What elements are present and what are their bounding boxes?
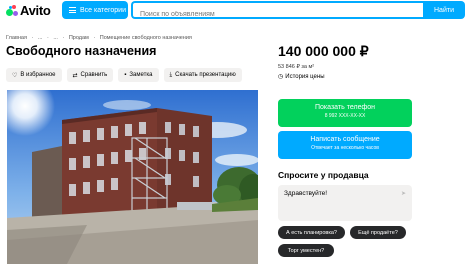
menu-icon (69, 7, 76, 13)
find-button[interactable]: Найти (423, 1, 465, 19)
breadcrumb-item[interactable]: Помещение свободного назначения (100, 35, 192, 41)
compare-button[interactable]: ⇄ Сравнить (66, 68, 114, 82)
reply-time: Отвечает за несколько часов (311, 145, 379, 151)
note-button[interactable]: ▪ Заметка (118, 68, 159, 82)
avito-logo[interactable]: Avito (6, 3, 51, 18)
breadcrumb-item[interactable]: Продам (69, 35, 89, 41)
logo-text: Avito (20, 3, 51, 18)
ask-seller-title: Спросите у продавца (278, 170, 369, 180)
breadcrumb-item[interactable]: ... (53, 35, 58, 41)
write-message-label: Написать сообщение (310, 136, 380, 143)
price: 140 000 000 ₽ (278, 43, 369, 59)
search-box (131, 1, 425, 22)
quick-question-chip[interactable]: Торг уместен? (278, 244, 334, 257)
search-input[interactable] (133, 7, 425, 22)
all-categories-button[interactable]: Все категории (62, 1, 128, 19)
price-history-link[interactable]: ◷ История цены (278, 73, 325, 81)
all-categories-label: Все категории (80, 6, 126, 14)
clock-icon: ◷ (278, 74, 284, 80)
breadcrumb-separator: · (31, 35, 34, 41)
listing-actions: ♡ В избранное ⇄ Сравнить ▪ Заметка ⤓ Ска… (6, 68, 247, 82)
compare-label: Сравнить (80, 72, 108, 78)
note-label: Заметка (129, 72, 153, 78)
message-input[interactable]: Здравствуйте! (278, 185, 398, 215)
write-message-button[interactable]: Написать сообщение Отвечает за несколько… (278, 131, 412, 159)
add-to-favorites-button[interactable]: ♡ В избранное (6, 68, 62, 82)
header: Avito Все категории Найти (0, 0, 468, 22)
message-box: Здравствуйте! ➤ (278, 185, 412, 221)
show-phone-button[interactable]: Показать телефон 8 992 XXX-XX-XX (278, 99, 412, 127)
listing-title: Свободного назначения (6, 44, 157, 58)
compare-icon: ⇄ (72, 72, 78, 79)
show-phone-label: Показать телефон (315, 104, 375, 111)
breadcrumb-separator: · (46, 35, 49, 41)
quick-question-chip[interactable]: Ещё продаёте? (350, 226, 406, 239)
building-photo-image (7, 90, 258, 264)
quick-question-chip[interactable]: А есть планировка? (278, 226, 345, 239)
heart-icon: ♡ (12, 72, 18, 79)
favorites-label: В избранное (20, 72, 56, 78)
breadcrumb: Главная · ... · ... · Продам · Помещение… (6, 35, 195, 41)
download-presentation-label: Скачать презентацию (175, 72, 236, 78)
phone-masked: 8 992 XXX-XX-XX (324, 113, 366, 119)
breadcrumb-item[interactable]: Главная (6, 35, 27, 41)
breadcrumb-item[interactable]: ... (38, 35, 43, 41)
price-per-m2: 53 846 ₽ за м² (278, 64, 315, 70)
listing-photo[interactable] (7, 90, 258, 264)
logo-dots-icon (6, 4, 18, 17)
download-presentation-button[interactable]: ⤓ Скачать презентацию (163, 68, 242, 82)
download-icon: ⤓ (169, 71, 173, 78)
note-icon: ▪ (124, 72, 127, 78)
breadcrumb-separator: · (93, 35, 96, 41)
price-history-label: История цены (285, 73, 325, 80)
breadcrumb-separator: · (62, 35, 65, 41)
send-icon[interactable]: ➤ (401, 190, 406, 197)
